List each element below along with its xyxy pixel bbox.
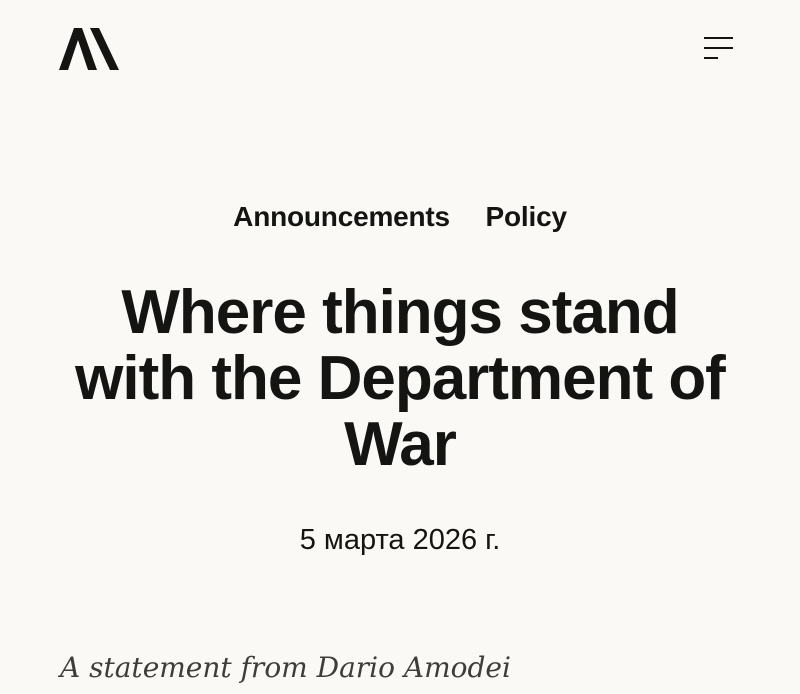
anthropic-logo-icon [59,28,119,70]
article-subtitle: A statement from Dario Amodei [60,651,511,684]
home-logo-link[interactable] [59,28,119,70]
menu-button[interactable] [700,34,736,64]
site-header [0,0,800,100]
tag-policy[interactable]: Policy [486,198,567,236]
publish-date: 5 марта 2026 г. [299,524,501,556]
article-title: Where things stand with the Department o… [75,278,726,479]
hamburger-menu-icon [704,37,733,59]
article-tags: Announcements Policy [0,198,800,236]
tag-announcements[interactable]: Announcements [233,198,450,236]
